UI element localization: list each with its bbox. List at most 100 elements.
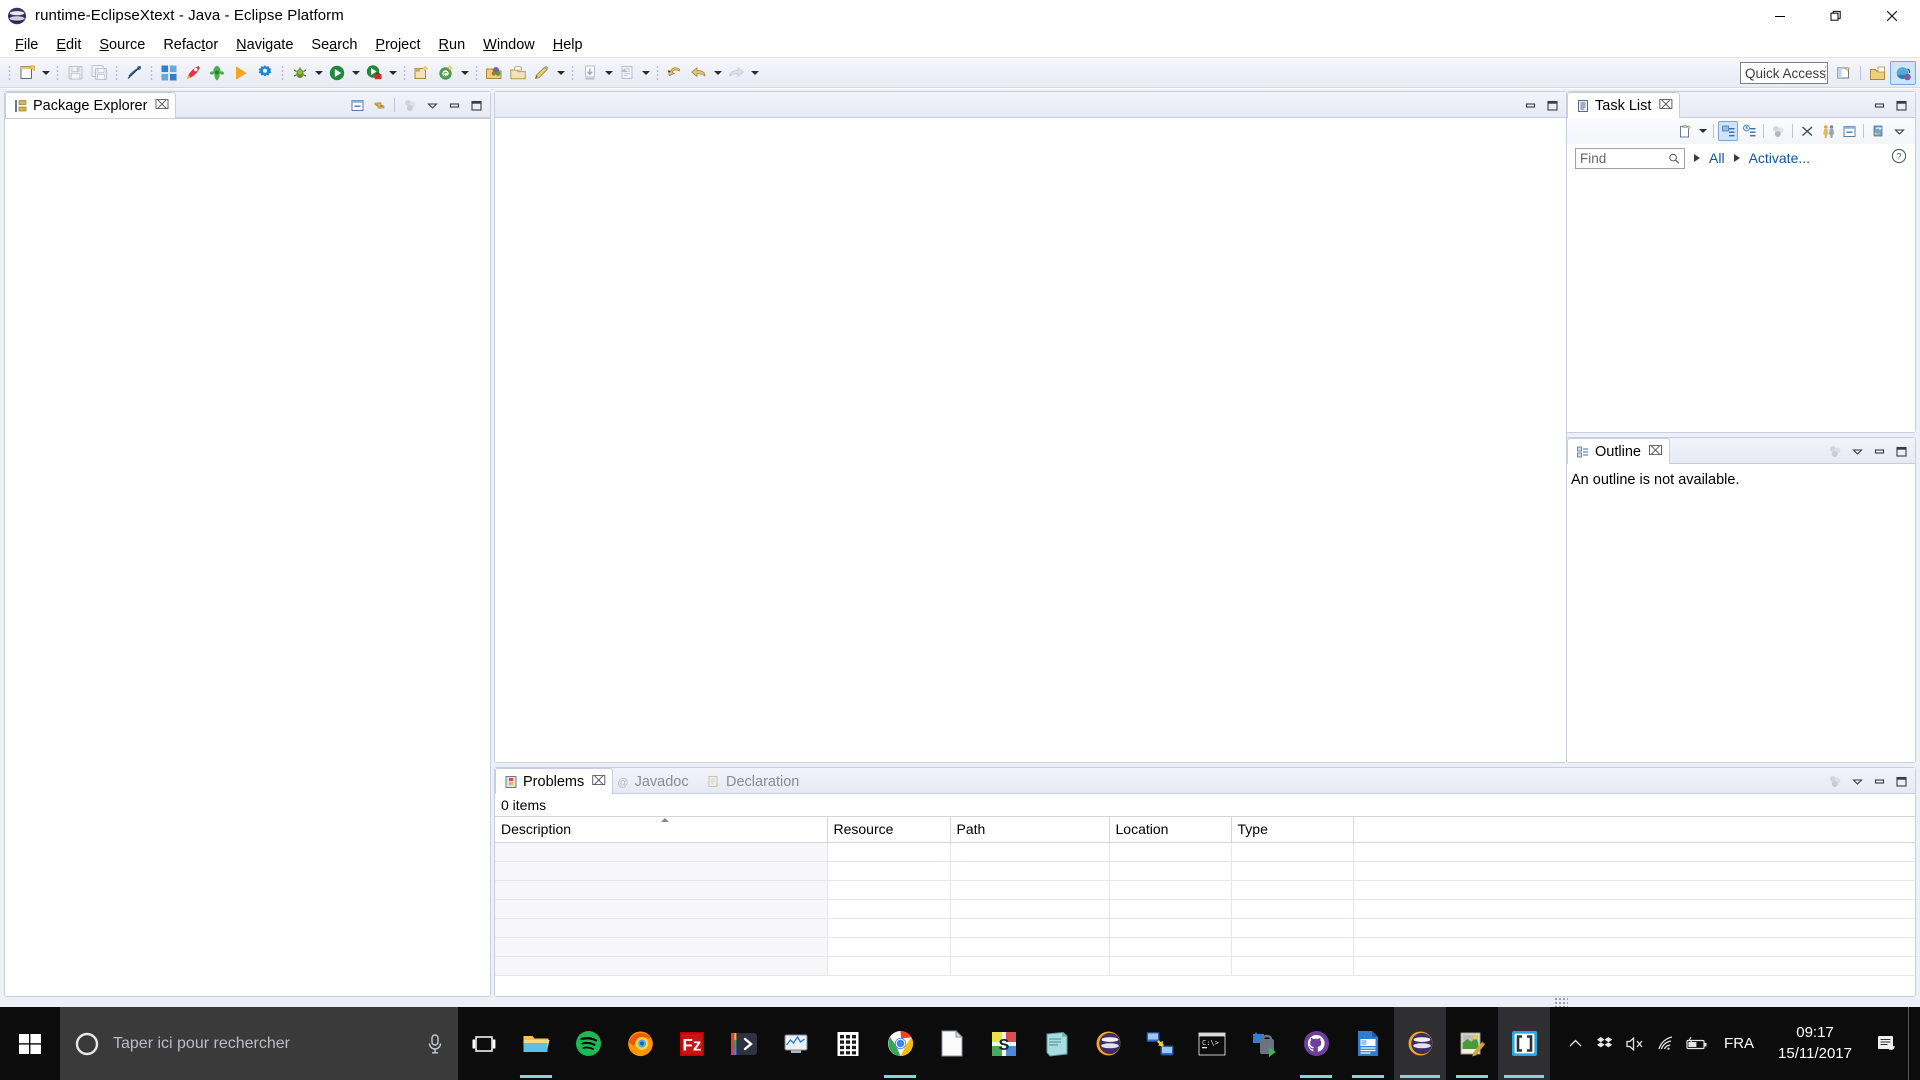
taskbar-app-chrome[interactable]: [874, 1007, 926, 1080]
column-header-description[interactable]: Description: [495, 816, 828, 843]
back-dropdown[interactable]: [711, 61, 724, 85]
dropbox-tray-button[interactable]: [1590, 1007, 1620, 1080]
editor-canvas[interactable]: [495, 118, 1566, 762]
debug-dropdown[interactable]: [312, 61, 325, 85]
status-resize-handle[interactable]: [1554, 997, 1568, 1007]
taskbar-app-spotify[interactable]: [562, 1007, 614, 1080]
view-menu-button[interactable]: [400, 95, 420, 115]
close-icon[interactable]: ⌧: [154, 99, 169, 112]
new-task-button[interactable]: [1675, 121, 1695, 141]
toolbar-grip[interactable]: [656, 64, 659, 81]
taskbar-app-task-manager[interactable]: [770, 1007, 822, 1080]
link-all[interactable]: All: [1709, 150, 1725, 166]
edit-task-dropdown[interactable]: [554, 61, 567, 85]
forward-dropdown[interactable]: [748, 61, 761, 85]
view-dropdown-button[interactable]: [422, 95, 442, 115]
taskbar-app-windows-terminal[interactable]: [718, 1007, 770, 1080]
network-button[interactable]: [1650, 1007, 1680, 1080]
menu-item-file[interactable]: File: [6, 35, 47, 55]
problems-dropdown-button[interactable]: [1847, 771, 1867, 791]
edit-task-button[interactable]: [530, 61, 554, 85]
taskbar-app-remote-desktop[interactable]: [1134, 1007, 1186, 1080]
toggle-annotations-button[interactable]: [122, 61, 146, 85]
find-input[interactable]: [1580, 150, 1668, 166]
task-list-content[interactable]: [1567, 172, 1915, 432]
close-icon[interactable]: ⌧: [1658, 99, 1673, 112]
java-perspective-button[interactable]: [1864, 61, 1890, 85]
save-all-button[interactable]: [87, 61, 111, 85]
previous-annotation-button[interactable]: [615, 61, 639, 85]
tab-javadoc[interactable]: @ Javadoc: [607, 768, 696, 794]
run-external-tools-dropdown[interactable]: [386, 61, 399, 85]
previous-annotation-dropdown[interactable]: [639, 61, 652, 85]
column-header-resource[interactable]: Resource: [827, 816, 951, 843]
table-row[interactable]: [495, 937, 1915, 957]
minimize-view-button[interactable]: [444, 95, 464, 115]
taskbar-app-eclipse[interactable]: [1082, 1007, 1134, 1080]
close-button[interactable]: [1864, 0, 1920, 32]
new-wizard-button[interactable]: [15, 61, 39, 85]
taskbar-app-libreoffice[interactable]: [926, 1007, 978, 1080]
column-header-type[interactable]: Type: [1231, 816, 1354, 843]
build-button[interactable]: [253, 61, 277, 85]
table-row[interactable]: [495, 956, 1915, 976]
taskbar-app-paint-net[interactable]: [1446, 1007, 1498, 1080]
new-task-dropdown[interactable]: [1696, 119, 1709, 143]
new-xtext-project-button[interactable]: [181, 61, 205, 85]
problems-table[interactable]: Description Resource Path Location Type: [495, 816, 1915, 976]
toolbar-grip[interactable]: [56, 64, 59, 81]
link-activate[interactable]: Activate...: [1749, 150, 1810, 166]
taskbar-app-task-view[interactable]: [458, 1007, 510, 1080]
collapse-all-button[interactable]: [1839, 121, 1859, 141]
next-annotation-dropdown[interactable]: [602, 61, 615, 85]
toolbar-grip[interactable]: [281, 64, 284, 81]
taskbar-app-calculator[interactable]: [822, 1007, 874, 1080]
outline-body[interactable]: An outline is not available.: [1567, 464, 1915, 762]
outline-dropdown-button[interactable]: [1847, 441, 1867, 461]
run-dropdown[interactable]: [349, 61, 362, 85]
column-header-path[interactable]: Path: [950, 816, 1110, 843]
package-explorer-tree[interactable]: [5, 118, 490, 996]
tab-outline[interactable]: Outline ⌧: [1567, 438, 1670, 464]
tab-problems[interactable]: Problems ⌧: [495, 768, 614, 794]
new-class-button[interactable]: C: [434, 61, 458, 85]
column-header-location[interactable]: Location: [1109, 816, 1232, 843]
new-java-project-button[interactable]: [157, 61, 181, 85]
tab-task-list[interactable]: Task List ⌧: [1567, 92, 1681, 118]
menu-item-edit[interactable]: Edit: [47, 35, 90, 55]
open-type-button[interactable]: [482, 61, 506, 85]
minimize-editor-button[interactable]: [1520, 95, 1540, 115]
start-button[interactable]: [0, 1007, 60, 1080]
toolbar-grip[interactable]: [403, 64, 406, 81]
collapse-all-button[interactable]: [347, 95, 367, 115]
debug-button[interactable]: [288, 61, 312, 85]
close-icon[interactable]: ⌧: [1648, 445, 1663, 458]
run-mwe2-button[interactable]: [229, 61, 253, 85]
table-row[interactable]: [495, 861, 1915, 881]
action-center-button[interactable]: [1866, 1007, 1908, 1080]
table-row[interactable]: [495, 880, 1915, 900]
task-list-view-menu-button[interactable]: [1889, 121, 1909, 141]
task-list-help-button[interactable]: ?: [1891, 148, 1907, 169]
run-button[interactable]: [325, 61, 349, 85]
new-package-button[interactable]: [410, 61, 434, 85]
next-annotation-button[interactable]: [578, 61, 602, 85]
taskbar-app-winscp[interactable]: [1238, 1007, 1290, 1080]
all-tasks-expand-icon[interactable]: [1694, 154, 1700, 162]
maximize-view-button[interactable]: [466, 95, 486, 115]
taskbar-app-firefox[interactable]: [614, 1007, 666, 1080]
minimize-button[interactable]: [1752, 0, 1808, 32]
tab-package-explorer[interactable]: Package Explorer ⌧: [5, 92, 177, 118]
table-row[interactable]: [495, 842, 1915, 862]
scheduled-presentation-button[interactable]: [1739, 121, 1759, 141]
synchronize-changed-button[interactable]: [1818, 121, 1838, 141]
forward-button[interactable]: [724, 61, 748, 85]
menu-item-window[interactable]: Window: [474, 35, 544, 55]
focus-on-workweek-button[interactable]: [1768, 121, 1788, 141]
menu-item-search[interactable]: Search: [302, 35, 366, 55]
minimize-view-button[interactable]: [1869, 95, 1889, 115]
show-hidden-icons-button[interactable]: [1560, 1007, 1590, 1080]
link-with-editor-button[interactable]: [369, 95, 389, 115]
menu-item-project[interactable]: Project: [366, 35, 429, 55]
maximize-view-button[interactable]: [1891, 441, 1911, 461]
